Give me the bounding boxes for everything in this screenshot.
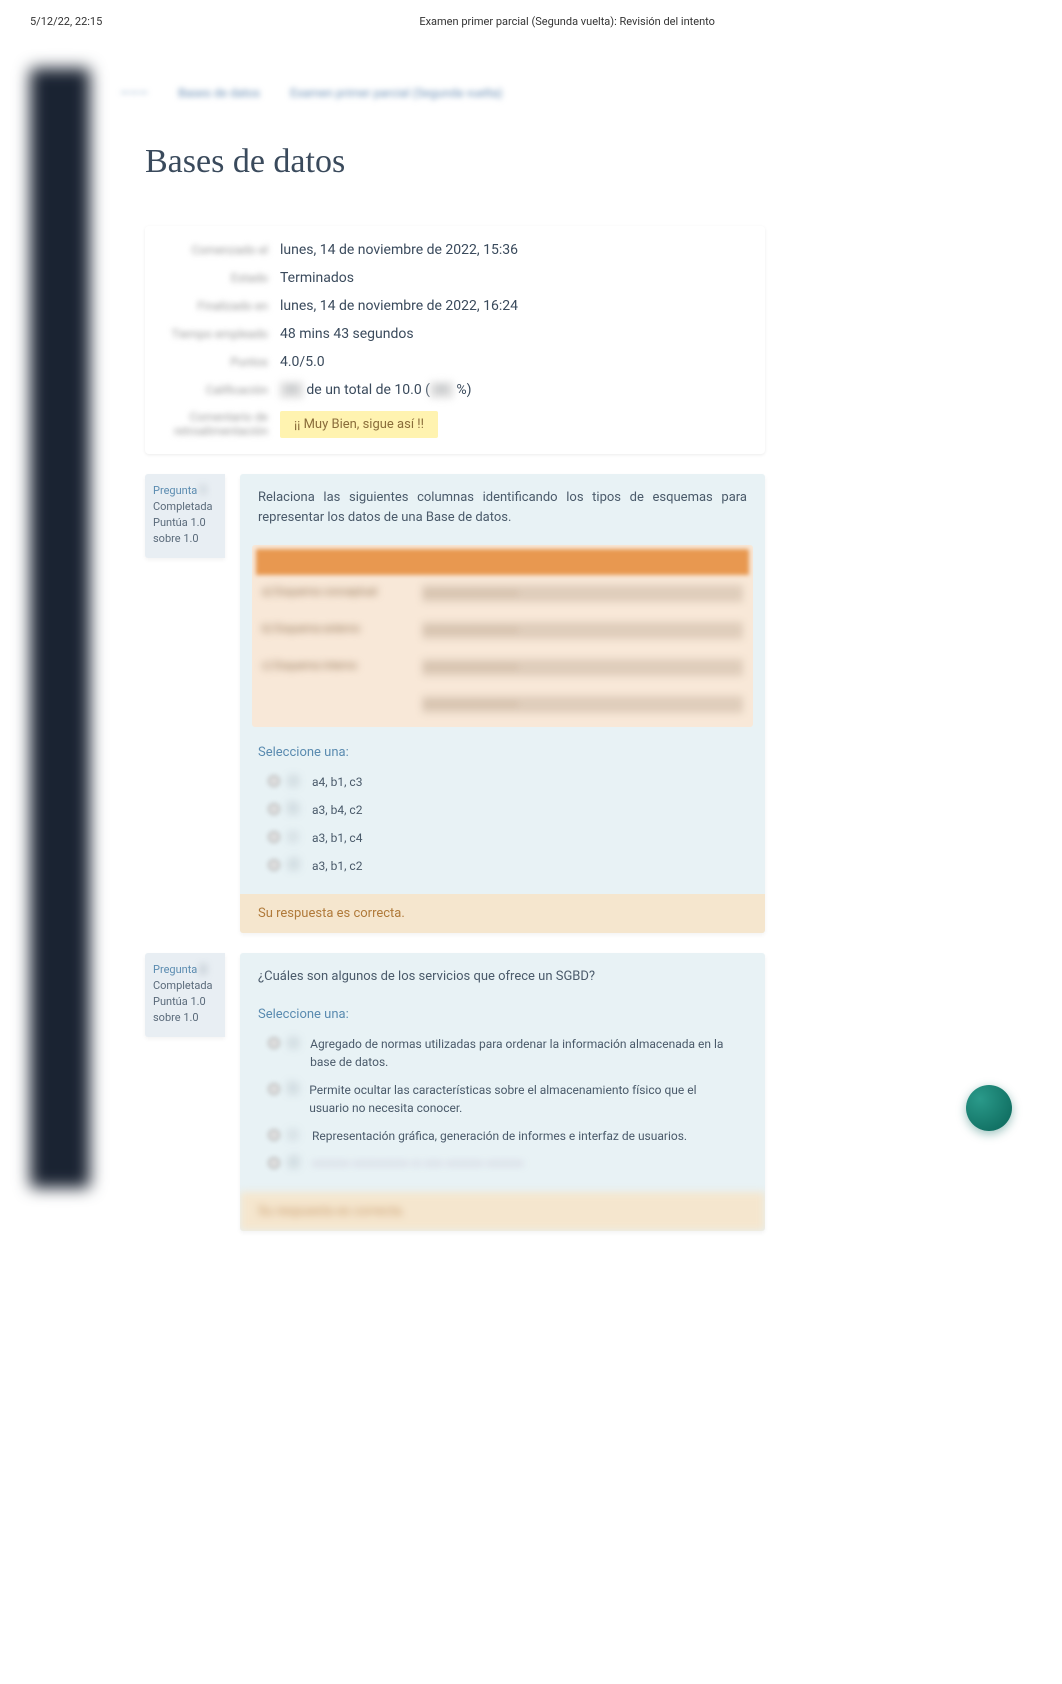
radio-icon[interactable]	[268, 1129, 280, 1141]
radio-icon[interactable]	[268, 1037, 280, 1049]
attempt-summary: Comenzado el lunes, 14 de noviembre de 2…	[145, 226, 765, 454]
summary-value-completed: lunes, 14 de noviembre de 2022, 16:24	[280, 298, 518, 314]
breadcrumb-item[interactable]: ———	[120, 86, 148, 100]
radio-icon[interactable]	[268, 1157, 280, 1169]
matching-table: a) Esquema conceptual——————————— b) Esqu…	[252, 545, 753, 727]
summary-label: Finalizado en	[160, 299, 280, 313]
header-datetime: 5/12/22, 22:15	[30, 15, 102, 28]
summary-value-started: lunes, 14 de noviembre de 2022, 15:36	[280, 242, 518, 258]
answer-option[interactable]: da3, b1, c2	[258, 852, 747, 880]
summary-label: Calificación	[160, 383, 280, 397]
question-score-max: sobre 1.0	[153, 1011, 217, 1024]
question-status: Completada	[153, 979, 217, 992]
radio-icon[interactable]	[268, 775, 280, 787]
summary-label: Comentario de retroalimentación	[160, 410, 280, 438]
sidebar-nav[interactable]	[30, 68, 90, 1188]
breadcrumb-item[interactable]: Examen primer parcial (Segunda vuelta)	[290, 86, 502, 100]
answer-option[interactable]: cRepresentación gráfica, generación de i…	[258, 1122, 747, 1150]
question-status: Completada	[153, 500, 217, 513]
summary-label: Tiempo empleado	[160, 327, 280, 341]
question-info-panel: Pregunta 1 Completada Puntúa 1.0 sobre 1…	[145, 474, 225, 558]
radio-icon[interactable]	[268, 1083, 280, 1095]
question: Pregunta 1 Completada Puntúa 1.0 sobre 1…	[145, 474, 765, 933]
answer-option[interactable]: ba3, b4, c2	[258, 796, 747, 824]
page-header: 5/12/22, 22:15 Examen primer parcial (Se…	[0, 0, 1062, 38]
question-score: Puntúa 1.0	[153, 995, 217, 1008]
question-text: Relaciona las siguientes columnas identi…	[240, 474, 765, 537]
question: Pregunta 2 Completada Puntúa 1.0 sobre 1…	[145, 953, 765, 1231]
radio-icon[interactable]	[268, 831, 280, 843]
header-title: Examen primer parcial (Segunda vuelta): …	[419, 15, 715, 28]
answer-option[interactable]: d———— —————— — —— ———— ————	[258, 1150, 747, 1178]
select-one-label: Seleccione una:	[240, 735, 765, 764]
question-score: Puntúa 1.0	[153, 516, 217, 529]
question-label: Pregunta	[153, 484, 197, 497]
breadcrumb-item[interactable]: Bases de datos	[178, 86, 260, 100]
question-info-panel: Pregunta 2 Completada Puntúa 1.0 sobre 1…	[145, 953, 225, 1037]
question-label: Pregunta	[153, 963, 197, 976]
radio-icon[interactable]	[268, 859, 280, 871]
summary-value-state: Terminados	[280, 270, 354, 286]
chat-widget-button[interactable]	[966, 1085, 1012, 1131]
summary-label: Comenzado el	[160, 243, 280, 257]
summary-value-timetaken: 48 mins 43 segundos	[280, 326, 414, 342]
select-one-label: Seleccione una:	[240, 997, 765, 1026]
answer-option[interactable]: aa4, b1, c3	[258, 768, 747, 796]
question-feedback: Su respuesta es correcta.	[240, 894, 765, 933]
answer-option[interactable]: aAgregado de normas utilizadas para orde…	[258, 1030, 747, 1076]
breadcrumb: ——— Bases de datos Examen primer parcial…	[110, 78, 870, 108]
summary-label: Estado	[160, 271, 280, 285]
radio-icon[interactable]	[268, 803, 280, 815]
page-title: Bases de datos	[145, 143, 870, 181]
question-text: ¿Cuáles son algunos de los servicios que…	[240, 953, 765, 997]
summary-value-points: 4.0/5.0	[280, 354, 325, 370]
question-feedback: Su respuesta es correcta.	[240, 1192, 765, 1231]
question-score-max: sobre 1.0	[153, 532, 217, 545]
answer-option[interactable]: bPermite ocultar las características sob…	[258, 1076, 747, 1122]
feedback-badge: ¡¡ Muy Bien, sigue así !!	[280, 411, 438, 438]
summary-label: Puntos	[160, 355, 280, 369]
answer-option[interactable]: ca3, b1, c4	[258, 824, 747, 852]
summary-value-grade: — de un total de 10.0 (— %)	[280, 382, 472, 398]
